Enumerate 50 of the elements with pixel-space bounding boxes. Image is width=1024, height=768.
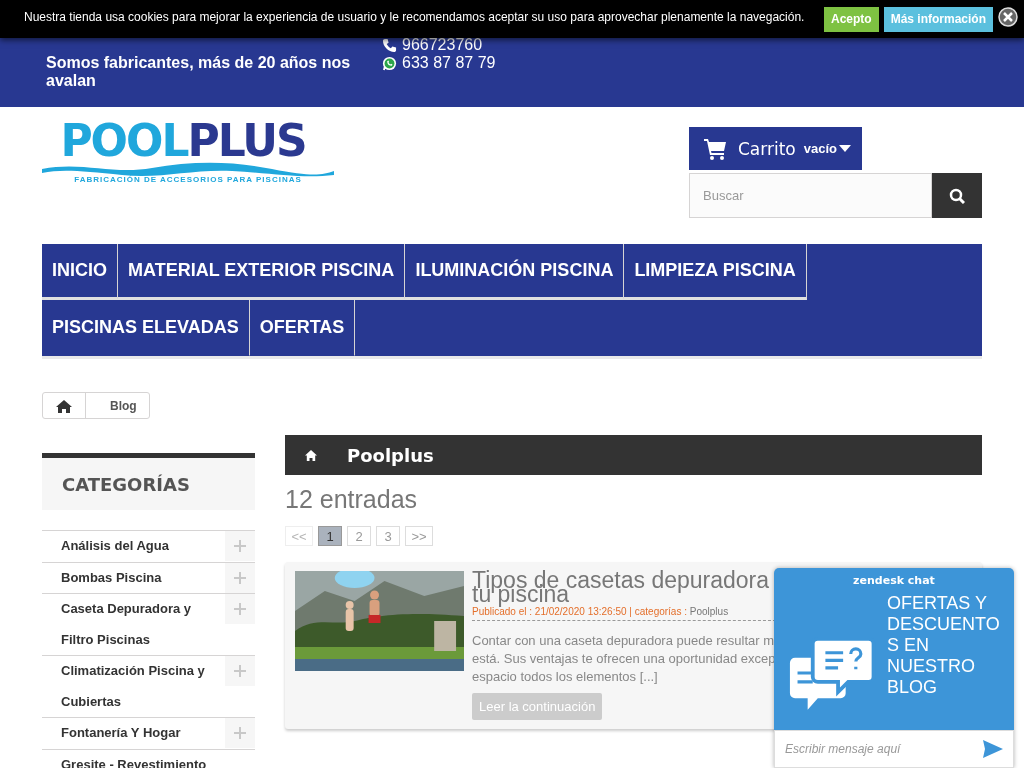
send-icon[interactable] — [983, 740, 1003, 758]
breadcrumb-link[interactable]: Blog — [86, 398, 149, 413]
nav-link[interactable]: ILUMINACIÓN PISCINA — [405, 244, 625, 300]
expand-toggle[interactable] — [225, 656, 255, 686]
category-link[interactable]: Fontanería Y Hogar — [42, 718, 225, 749]
entry-count: 12 entradas — [285, 485, 419, 514]
cookie-message: Nuestra tienda usa cookies para mejorar la experiencia de usuario y le recomendamos aceptar su uso para aprovechar plenamente la navegación. — [24, 10, 806, 24]
expand-toggle[interactable] — [225, 562, 255, 593]
tagline-text: Somos fabricantes, más de 20 años nos avalan — [46, 54, 352, 90]
plus-icon — [234, 727, 246, 739]
close-icon[interactable] — [998, 7, 1018, 27]
category-link[interactable]: Caseta Depuradora y Filtro Piscinas — [42, 594, 225, 655]
category-title: Poolplus — [347, 444, 434, 466]
plus-icon — [234, 540, 246, 552]
nav-link[interactable]: PISCINAS ELEVADAS — [42, 300, 250, 356]
page-link[interactable]: 1 — [318, 526, 342, 546]
category-link[interactable]: Gresite - Revestimiento — [42, 749, 229, 768]
cart-icon — [704, 137, 728, 160]
category-link[interactable]: Análisis del Agua — [42, 531, 225, 562]
search-button[interactable] — [932, 173, 982, 218]
nav-link[interactable]: INICIO — [42, 244, 118, 300]
message-box[interactable]: Escribir mensaje aquí — [774, 730, 1014, 768]
nav-link[interactable]: MATERIAL EXTERIOR PISCINA — [118, 244, 406, 300]
category-link[interactable]: Climatización Piscina y Cubiertas — [42, 656, 225, 717]
logo-text[interactable]: POOLPLUS — [60, 121, 306, 161]
whatsapp-icon — [382, 55, 397, 71]
nav-link[interactable]: LIMPIEZA PISCINA — [624, 244, 807, 300]
plus-icon — [234, 571, 246, 584]
chat-message: OFERTAS Y DESCUENTOS EN NUESTRO BLOG — [887, 593, 1001, 698]
plus-icon — [234, 665, 246, 677]
home-icon — [56, 398, 72, 413]
expand-toggle[interactable] — [225, 594, 255, 624]
cart-button[interactable]: Carrito vacío — [689, 127, 862, 170]
search-field[interactable]: Buscar — [689, 173, 932, 218]
phone-number: 966723760 — [402, 36, 483, 54]
expand-toggle[interactable] — [225, 531, 255, 561]
caret-icon — [839, 145, 851, 152]
expand-toggle[interactable] — [225, 718, 255, 748]
post-title[interactable]: Tipos de casetas depuradora tu piscina — [472, 569, 776, 606]
sidebar-title: CATEGORÍAS — [42, 453, 255, 510]
message-field[interactable]: Escribir mensaje aquí — [785, 742, 983, 756]
search-icon — [949, 187, 965, 204]
category-link[interactable]: Bombas Piscina — [42, 562, 225, 593]
home-icon[interactable] — [305, 449, 317, 461]
logo-tagline: FABRICACIÓN DE ACCESORIOS PARA PISCINAS — [74, 175, 302, 184]
plus-icon — [234, 603, 246, 615]
nav-link[interactable]: OFERTAS — [249, 300, 356, 356]
chat-brand: zendesk chat — [852, 574, 936, 587]
phone-number: 633 87 87 79 — [402, 54, 496, 72]
phone-icon — [382, 37, 397, 53]
